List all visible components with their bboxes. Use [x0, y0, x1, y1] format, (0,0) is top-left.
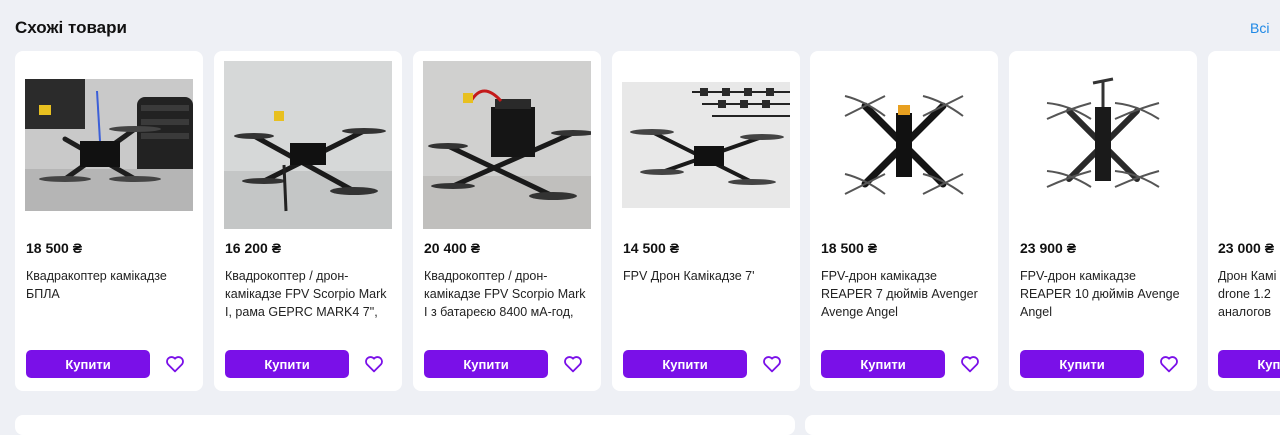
- product-image[interactable]: [1019, 61, 1187, 229]
- product-price: 23 900 ₴: [1020, 240, 1077, 256]
- buy-button[interactable]: Купити: [1218, 350, 1280, 378]
- product-card[interactable]: 18 500 ₴ Квадракоптер камікадзе БПЛА Куп…: [15, 51, 203, 391]
- product-name[interactable]: Квадрокоптер / дрон-камікадзе FPV Scorpi…: [424, 267, 592, 321]
- product-name[interactable]: Квадракоптер камікадзе БПЛА: [26, 267, 194, 321]
- product-name[interactable]: FPV Дрон Камікадзе 7': [623, 267, 791, 321]
- heart-icon[interactable]: [1157, 352, 1181, 376]
- product-name[interactable]: FPV-дрон камікадзе REAPER 10 дюймів Aven…: [1020, 267, 1188, 321]
- content-panel: [15, 415, 795, 435]
- buy-button[interactable]: Купити: [623, 350, 747, 378]
- product-price: 18 500 ₴: [26, 240, 83, 256]
- product-price: 23 000 ₴: [1218, 240, 1275, 256]
- product-image[interactable]: [423, 61, 591, 229]
- heart-icon[interactable]: [163, 352, 187, 376]
- buy-button[interactable]: Купити: [26, 350, 150, 378]
- buy-button[interactable]: Купити: [821, 350, 945, 378]
- product-name[interactable]: FPV-дрон камікадзе REAPER 7 дюймів Aveng…: [821, 267, 989, 321]
- product-carousel: 18 500 ₴ Квадракоптер камікадзе БПЛА Куп…: [0, 0, 1280, 429]
- heart-icon[interactable]: [760, 352, 784, 376]
- product-price: 14 500 ₴: [623, 240, 680, 256]
- heart-icon[interactable]: [362, 352, 386, 376]
- buy-button[interactable]: Купити: [225, 350, 349, 378]
- product-name[interactable]: Квадрокоптер / дрон-камікадзе FPV Scorpi…: [225, 267, 393, 321]
- product-image[interactable]: [622, 61, 790, 229]
- product-image[interactable]: [224, 61, 392, 229]
- product-card[interactable]: 23 000 ₴ Дрон Камі drone 1.2 аналогов Ку…: [1208, 51, 1280, 391]
- content-panel: [805, 415, 1280, 435]
- heart-icon[interactable]: [561, 352, 585, 376]
- product-image[interactable]: [25, 61, 193, 229]
- product-card[interactable]: 14 500 ₴ FPV Дрон Камікадзе 7' Купити: [612, 51, 800, 391]
- product-card[interactable]: 20 400 ₴ Квадрокоптер / дрон-камікадзе F…: [413, 51, 601, 391]
- product-name[interactable]: Дрон Камі drone 1.2 аналогов: [1218, 267, 1280, 321]
- heart-icon[interactable]: [958, 352, 982, 376]
- product-price: 20 400 ₴: [424, 240, 481, 256]
- product-price: 18 500 ₴: [821, 240, 878, 256]
- product-card[interactable]: 16 200 ₴ Квадрокоптер / дрон-камікадзе F…: [214, 51, 402, 391]
- product-image[interactable]: [820, 61, 988, 229]
- product-card[interactable]: 23 900 ₴ FPV-дрон камікадзе REAPER 10 дю…: [1009, 51, 1197, 391]
- product-price: 16 200 ₴: [225, 240, 282, 256]
- buy-button[interactable]: Купити: [1020, 350, 1144, 378]
- product-card[interactable]: 18 500 ₴ FPV-дрон камікадзе REAPER 7 дюй…: [810, 51, 998, 391]
- buy-button[interactable]: Купити: [424, 350, 548, 378]
